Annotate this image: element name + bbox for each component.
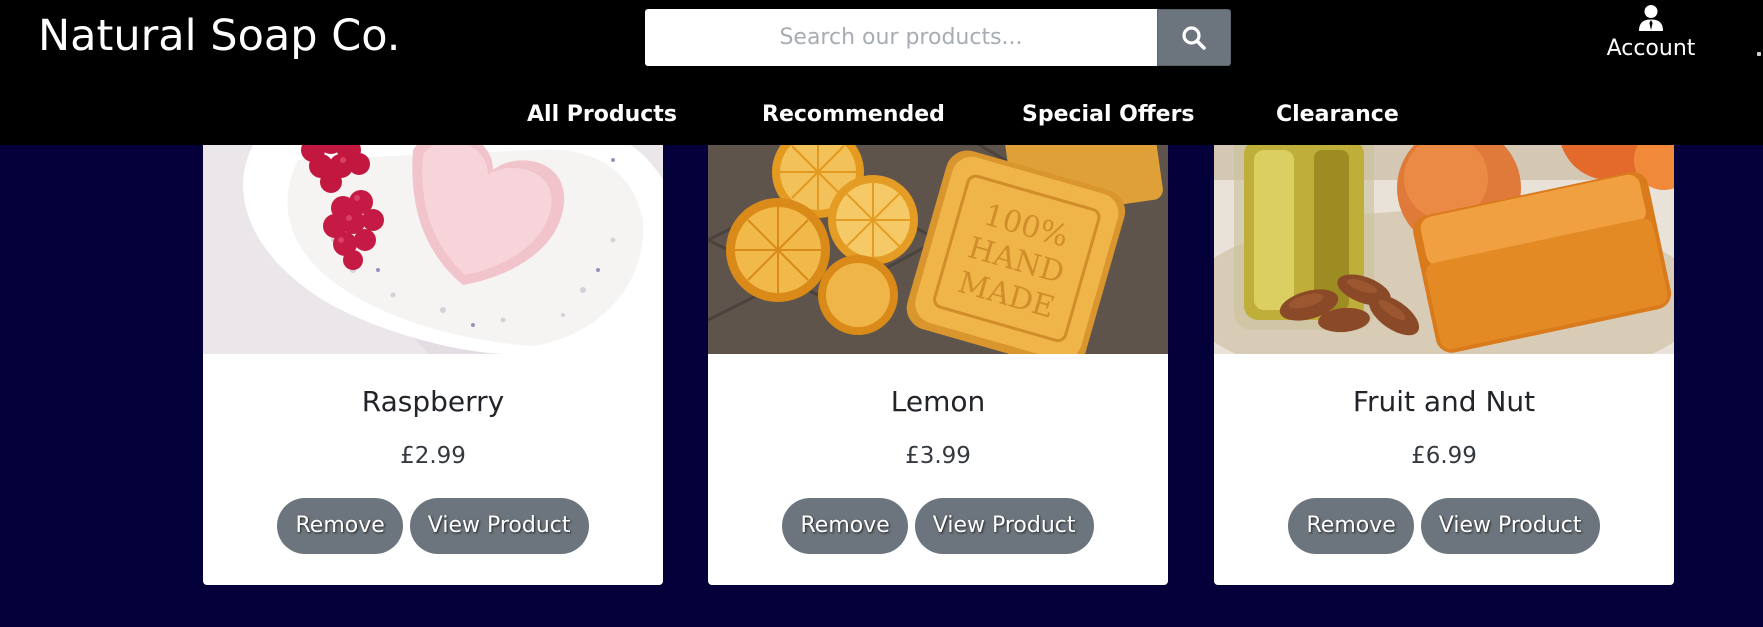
account-label: Account <box>1606 36 1696 61</box>
product-card: Raspberry £2.99 Remove View Product <box>203 120 663 585</box>
nav-all-products[interactable]: All Products <box>527 95 677 135</box>
remove-button[interactable]: Remove <box>782 498 908 554</box>
product-price: £3.99 <box>905 443 971 469</box>
product-actions: Remove View Product <box>708 498 1168 554</box>
product-name: Lemon <box>890 385 986 418</box>
search-button[interactable] <box>1157 9 1231 66</box>
nav-recommended[interactable]: Recommended <box>762 95 945 135</box>
edge-mark <box>1757 52 1761 56</box>
view-product-button[interactable]: View Product <box>409 498 589 554</box>
site-logo[interactable]: Natural Soap Co. <box>38 8 400 64</box>
search-icon <box>1182 25 1206 50</box>
remove-button[interactable]: Remove <box>1288 498 1414 554</box>
account-link[interactable]: Account <box>1596 4 1706 70</box>
product-image-fruit-and-nut[interactable] <box>1214 120 1674 354</box>
product-card: Fruit and Nut £6.99 Remove View Product <box>1214 120 1674 585</box>
product-image-lemon[interactable]: 100% HAND MADE <box>708 120 1168 354</box>
product-name: Fruit and Nut <box>1352 385 1536 418</box>
product-image-raspberry[interactable] <box>203 120 663 354</box>
product-card: 100% HAND MADE Lemon £3.99 Remove View P… <box>708 120 1168 585</box>
site-header: Natural Soap Co. Account All Products Re… <box>0 0 1763 145</box>
search-input[interactable] <box>645 9 1157 66</box>
main-nav: All Products Recommended Special Offers … <box>0 95 1763 135</box>
view-product-button[interactable]: View Product <box>914 498 1094 554</box>
remove-button[interactable]: Remove <box>277 498 403 554</box>
search-form <box>645 9 1231 66</box>
product-actions: Remove View Product <box>1214 498 1674 554</box>
nav-special-offers[interactable]: Special Offers <box>1022 95 1195 135</box>
product-actions: Remove View Product <box>203 498 663 554</box>
user-icon <box>1639 5 1663 31</box>
product-price: £6.99 <box>1411 443 1477 469</box>
product-name: Raspberry <box>361 385 505 418</box>
product-price: £2.99 <box>400 443 466 469</box>
view-product-button[interactable]: View Product <box>1420 498 1600 554</box>
nav-clearance[interactable]: Clearance <box>1276 95 1399 135</box>
